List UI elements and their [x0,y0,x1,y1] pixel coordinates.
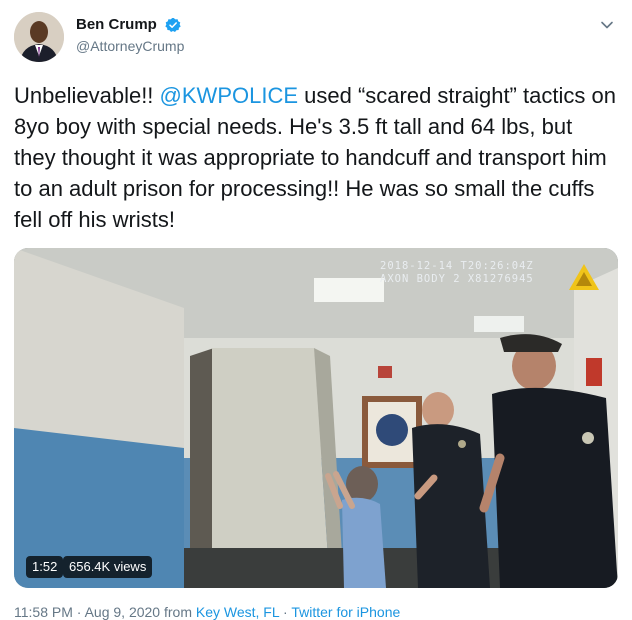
handle[interactable]: @AttorneyCrump [76,38,184,54]
meta-separator-2: · [283,604,288,620]
video-overlay-text: 2018-12-14 T20:26:04Z AXON BODY 2 X81276… [380,260,534,286]
video-frame [14,248,618,588]
mention-link[interactable]: @KWPOLICE [160,83,298,108]
source-link[interactable]: Twitter for iPhone [291,604,400,620]
video-views-badge: 656.4K views [63,556,153,578]
meta-separator: · [76,604,82,620]
overlay-timestamp: 2018-12-14 T20:26:04Z [380,260,534,272]
video-player[interactable] [14,248,618,588]
tweet-meta: 11:58 PM · Aug 9, 2020 from Key West, FL… [14,604,400,620]
tweet-text: Unbelievable!! @KWPOLICE used “scared st… [14,80,618,235]
tweet-header: Ben Crump @AttorneyCrump [14,12,618,64]
tweet-text-lead: Unbelievable!! [14,83,160,108]
verified-badge-icon [165,17,181,32]
tweet-time[interactable]: 11:58 PM [14,604,73,620]
avatar[interactable] [14,12,64,62]
location-link[interactable]: Key West, FL [196,604,279,620]
ceiling-light [314,278,384,302]
from-label: from [163,604,192,620]
overlay-device: AXON BODY 2 X81276945 [380,273,534,285]
display-name[interactable]: Ben Crump [76,16,157,33]
avatar-photo [14,12,64,62]
axon-logo-icon [569,264,599,290]
video-duration-badge: 1:52 [26,556,64,578]
tweet-date[interactable]: Aug 9, 2020 [85,604,161,620]
chevron-down-icon[interactable] [600,18,614,32]
